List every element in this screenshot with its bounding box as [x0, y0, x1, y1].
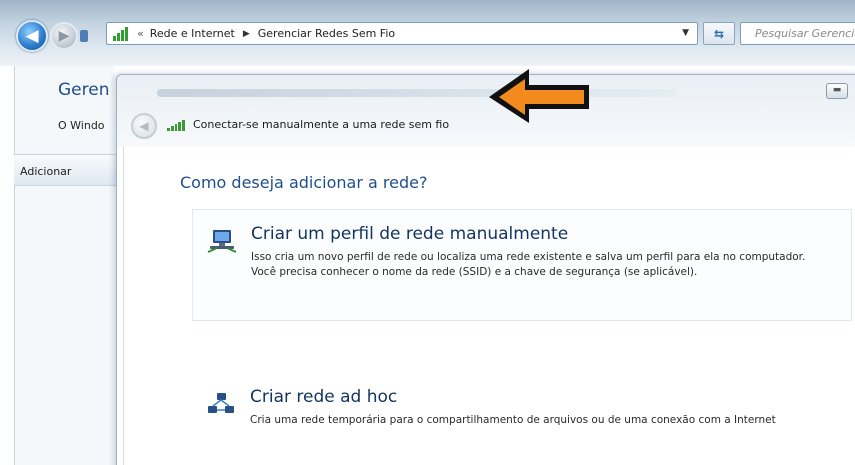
back-arrow-icon[interactable]: ◀ [16, 20, 48, 52]
background-page-subtext: O Windo [58, 119, 105, 132]
back-arrow-icon[interactable]: ◀ [131, 113, 157, 139]
breadcrumb-separator-icon[interactable]: ▶ [243, 29, 250, 39]
address-bar[interactable]: « Rede e Internet ▶ Gerenciar Redes Sem … [106, 22, 698, 45]
breadcrumb-rede-internet[interactable]: Rede e Internet [150, 27, 235, 40]
address-dropdown-icon[interactable]: ▼ [682, 28, 689, 38]
dialog-title-text: Conectar-se manualmente a uma rede sem f… [193, 118, 450, 131]
option-create-adhoc-network[interactable]: Criar rede ad hoc Cria uma rede temporár… [192, 373, 852, 463]
option-title: Criar rede ad hoc [250, 387, 398, 407]
add-button[interactable]: Adicionar [20, 165, 71, 178]
close-icon[interactable]: ▬ [826, 83, 848, 99]
adhoc-network-icon [208, 393, 234, 413]
network-signal-icon [113, 26, 129, 41]
background-page-title: Geren [58, 80, 110, 100]
recent-pages-dropdown[interactable] [80, 30, 88, 42]
breadcrumb-gerenciar-redes[interactable]: Gerenciar Redes Sem Fio [258, 27, 395, 40]
address-chevrons[interactable]: « [137, 27, 144, 40]
dialog-title: Conectar-se manualmente a uma rede sem f… [167, 118, 449, 131]
option-description: Cria uma rede temporária para o comparti… [250, 414, 776, 426]
refresh-icon[interactable]: ⇆ [703, 22, 735, 45]
option-create-profile-manually[interactable]: Criar um perfil de rede manualmente Isso… [192, 209, 852, 321]
forward-arrow-icon[interactable]: ▶ [50, 22, 78, 50]
search-input[interactable]: Pesquisar Gerenciar Redes Sem Fio [740, 22, 855, 45]
annotation-arrow-icon [489, 69, 589, 123]
wireless-signal-icon [167, 119, 185, 131]
connect-manually-dialog: ▬ ◀ Conectar-se manualmente a uma rede s… [116, 74, 855, 465]
option-title: Criar um perfil de rede manualmente [251, 224, 569, 244]
network-computer-icon [207, 230, 237, 253]
main-instruction: Como deseja adicionar a rede? [180, 173, 428, 192]
explorer-toolbar: ◀ ▶ « Rede e Internet ▶ Gerenciar Redes … [0, 0, 855, 66]
dialog-body: Como deseja adicionar a rede? Criar um p… [123, 147, 855, 465]
dialog-titlebar-blur [157, 89, 677, 97]
option-description: Isso cria um novo perfil de rede ou loca… [251, 251, 806, 278]
